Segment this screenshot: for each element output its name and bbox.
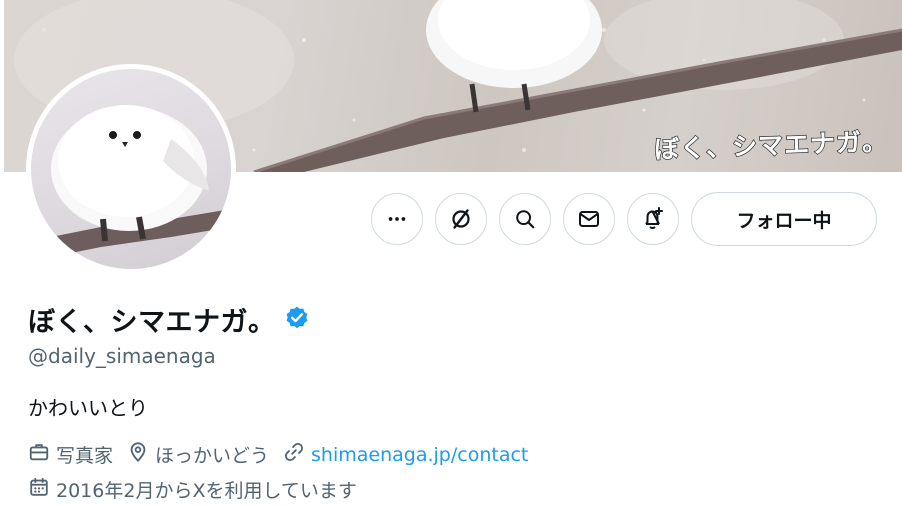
more-button[interactable] xyxy=(371,193,423,245)
website-item: shimaenaga.jp/contact xyxy=(283,441,528,468)
following-button[interactable]: フォロー中 xyxy=(691,192,877,246)
avatar[interactable] xyxy=(26,64,236,274)
location-item: ほっかいどう xyxy=(127,441,269,468)
profile-meta: 写真家 ほっかいどう shimaenaga.jp/contact xyxy=(28,441,528,468)
location-text: ほっかいどう xyxy=(155,445,270,467)
profile-page: ぼく、シマエナガ。 フォロー中 ぼく、シマエナガ。 @daily_simaena… xyxy=(0,0,902,507)
avatar-photo xyxy=(31,69,231,269)
joined-date: 2016年2月からXを利用しています xyxy=(28,476,357,503)
notify-button[interactable] xyxy=(627,193,679,245)
calendar-icon xyxy=(28,476,50,503)
website-link[interactable]: shimaenaga.jp/contact xyxy=(311,444,528,466)
envelope-icon xyxy=(577,207,601,231)
grok-icon xyxy=(449,207,473,231)
location-pin-icon xyxy=(127,441,149,468)
verified-badge-icon[interactable] xyxy=(284,305,310,335)
joined-text: 2016年2月からXを利用しています xyxy=(56,480,357,502)
profession-text: 写真家 xyxy=(56,445,114,467)
bio-text: かわいいとり xyxy=(28,396,148,420)
display-name: ぼく、シマエナガ。 xyxy=(28,307,276,338)
bell-plus-icon xyxy=(640,206,666,232)
more-horizontal-icon xyxy=(386,208,408,230)
briefcase-icon xyxy=(28,441,50,468)
grok-button[interactable] xyxy=(435,193,487,245)
link-icon xyxy=(283,441,305,468)
search-button[interactable] xyxy=(499,193,551,245)
user-handle: @daily_simaenaga xyxy=(28,344,216,368)
search-icon xyxy=(514,208,536,230)
message-button[interactable] xyxy=(563,193,615,245)
profile-actions: フォロー中 xyxy=(371,192,877,246)
display-name-row: ぼく、シマエナガ。 xyxy=(28,300,310,339)
profession-item: 写真家 xyxy=(28,441,113,468)
